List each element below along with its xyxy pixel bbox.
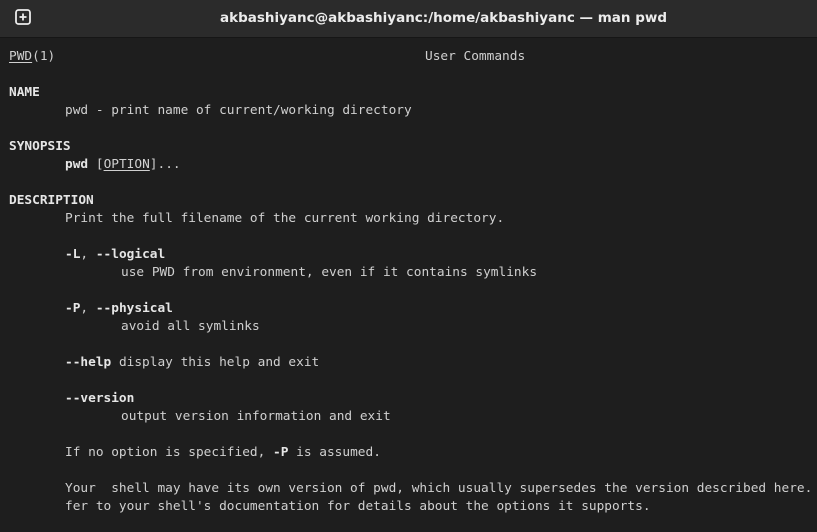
option-logical: -L, --logical xyxy=(65,246,165,264)
synopsis-ellipsis: ]... xyxy=(149,157,181,172)
synopsis-option: OPTION xyxy=(103,157,150,172)
option-version-description: output version information and exit xyxy=(121,409,391,424)
synopsis-open-bracket: [ xyxy=(95,157,104,172)
man-header-center: User Commands xyxy=(425,49,526,64)
default-note-flag: -P xyxy=(273,445,289,460)
option-help: --help display this help and exit xyxy=(65,354,319,372)
default-note-suffix: is assumed. xyxy=(288,445,381,460)
option-logical-short: -L xyxy=(65,247,81,262)
option-physical: -P, --physical xyxy=(65,300,173,318)
man-page-name: PWD xyxy=(9,49,33,64)
option-physical-separator: , xyxy=(80,301,96,316)
option-physical-short: -P xyxy=(65,301,81,316)
shell-note-line-2: fer to your shell's documentation for de… xyxy=(65,499,651,514)
option-logical-long: --logical xyxy=(95,247,166,262)
option-version-flag: --version xyxy=(65,391,135,406)
section-heading-synopsis: SYNOPSIS xyxy=(9,139,71,154)
window-title: akbashiyanc@akbashiyanc:/home/akbashiyan… xyxy=(219,10,668,26)
shell-note-line-1: Your shell may have its own version of p… xyxy=(65,481,813,496)
man-header-left: PWD(1) xyxy=(9,48,55,66)
name-description: pwd - print name of current/working dire… xyxy=(65,103,412,118)
option-logical-separator: , xyxy=(80,247,96,262)
description-intro: Print the full filename of the current w… xyxy=(65,211,505,226)
synopsis-command: pwd xyxy=(65,157,89,172)
man-section-number: (1) xyxy=(32,49,56,64)
default-option-note: If no option is specified, -P is assumed… xyxy=(65,444,381,462)
default-note-prefix: If no option is specified, xyxy=(65,445,274,460)
option-help-description: display this help and exit xyxy=(111,355,320,370)
synopsis-line: pwd [OPTION]... xyxy=(65,156,181,174)
section-heading-description: DESCRIPTION xyxy=(9,193,94,208)
option-help-flag: --help xyxy=(65,355,112,370)
title-bar: akbashiyanc@akbashiyanc:/home/akbashiyan… xyxy=(0,0,817,38)
option-physical-description: avoid all symlinks xyxy=(121,319,260,334)
option-logical-description: use PWD from environment, even if it con… xyxy=(121,265,538,280)
section-heading-name: NAME xyxy=(9,85,40,100)
option-physical-long: --physical xyxy=(95,301,173,316)
terminal-output[interactable]: PWD(1) User Commands NAME pwd - print na… xyxy=(0,38,817,532)
